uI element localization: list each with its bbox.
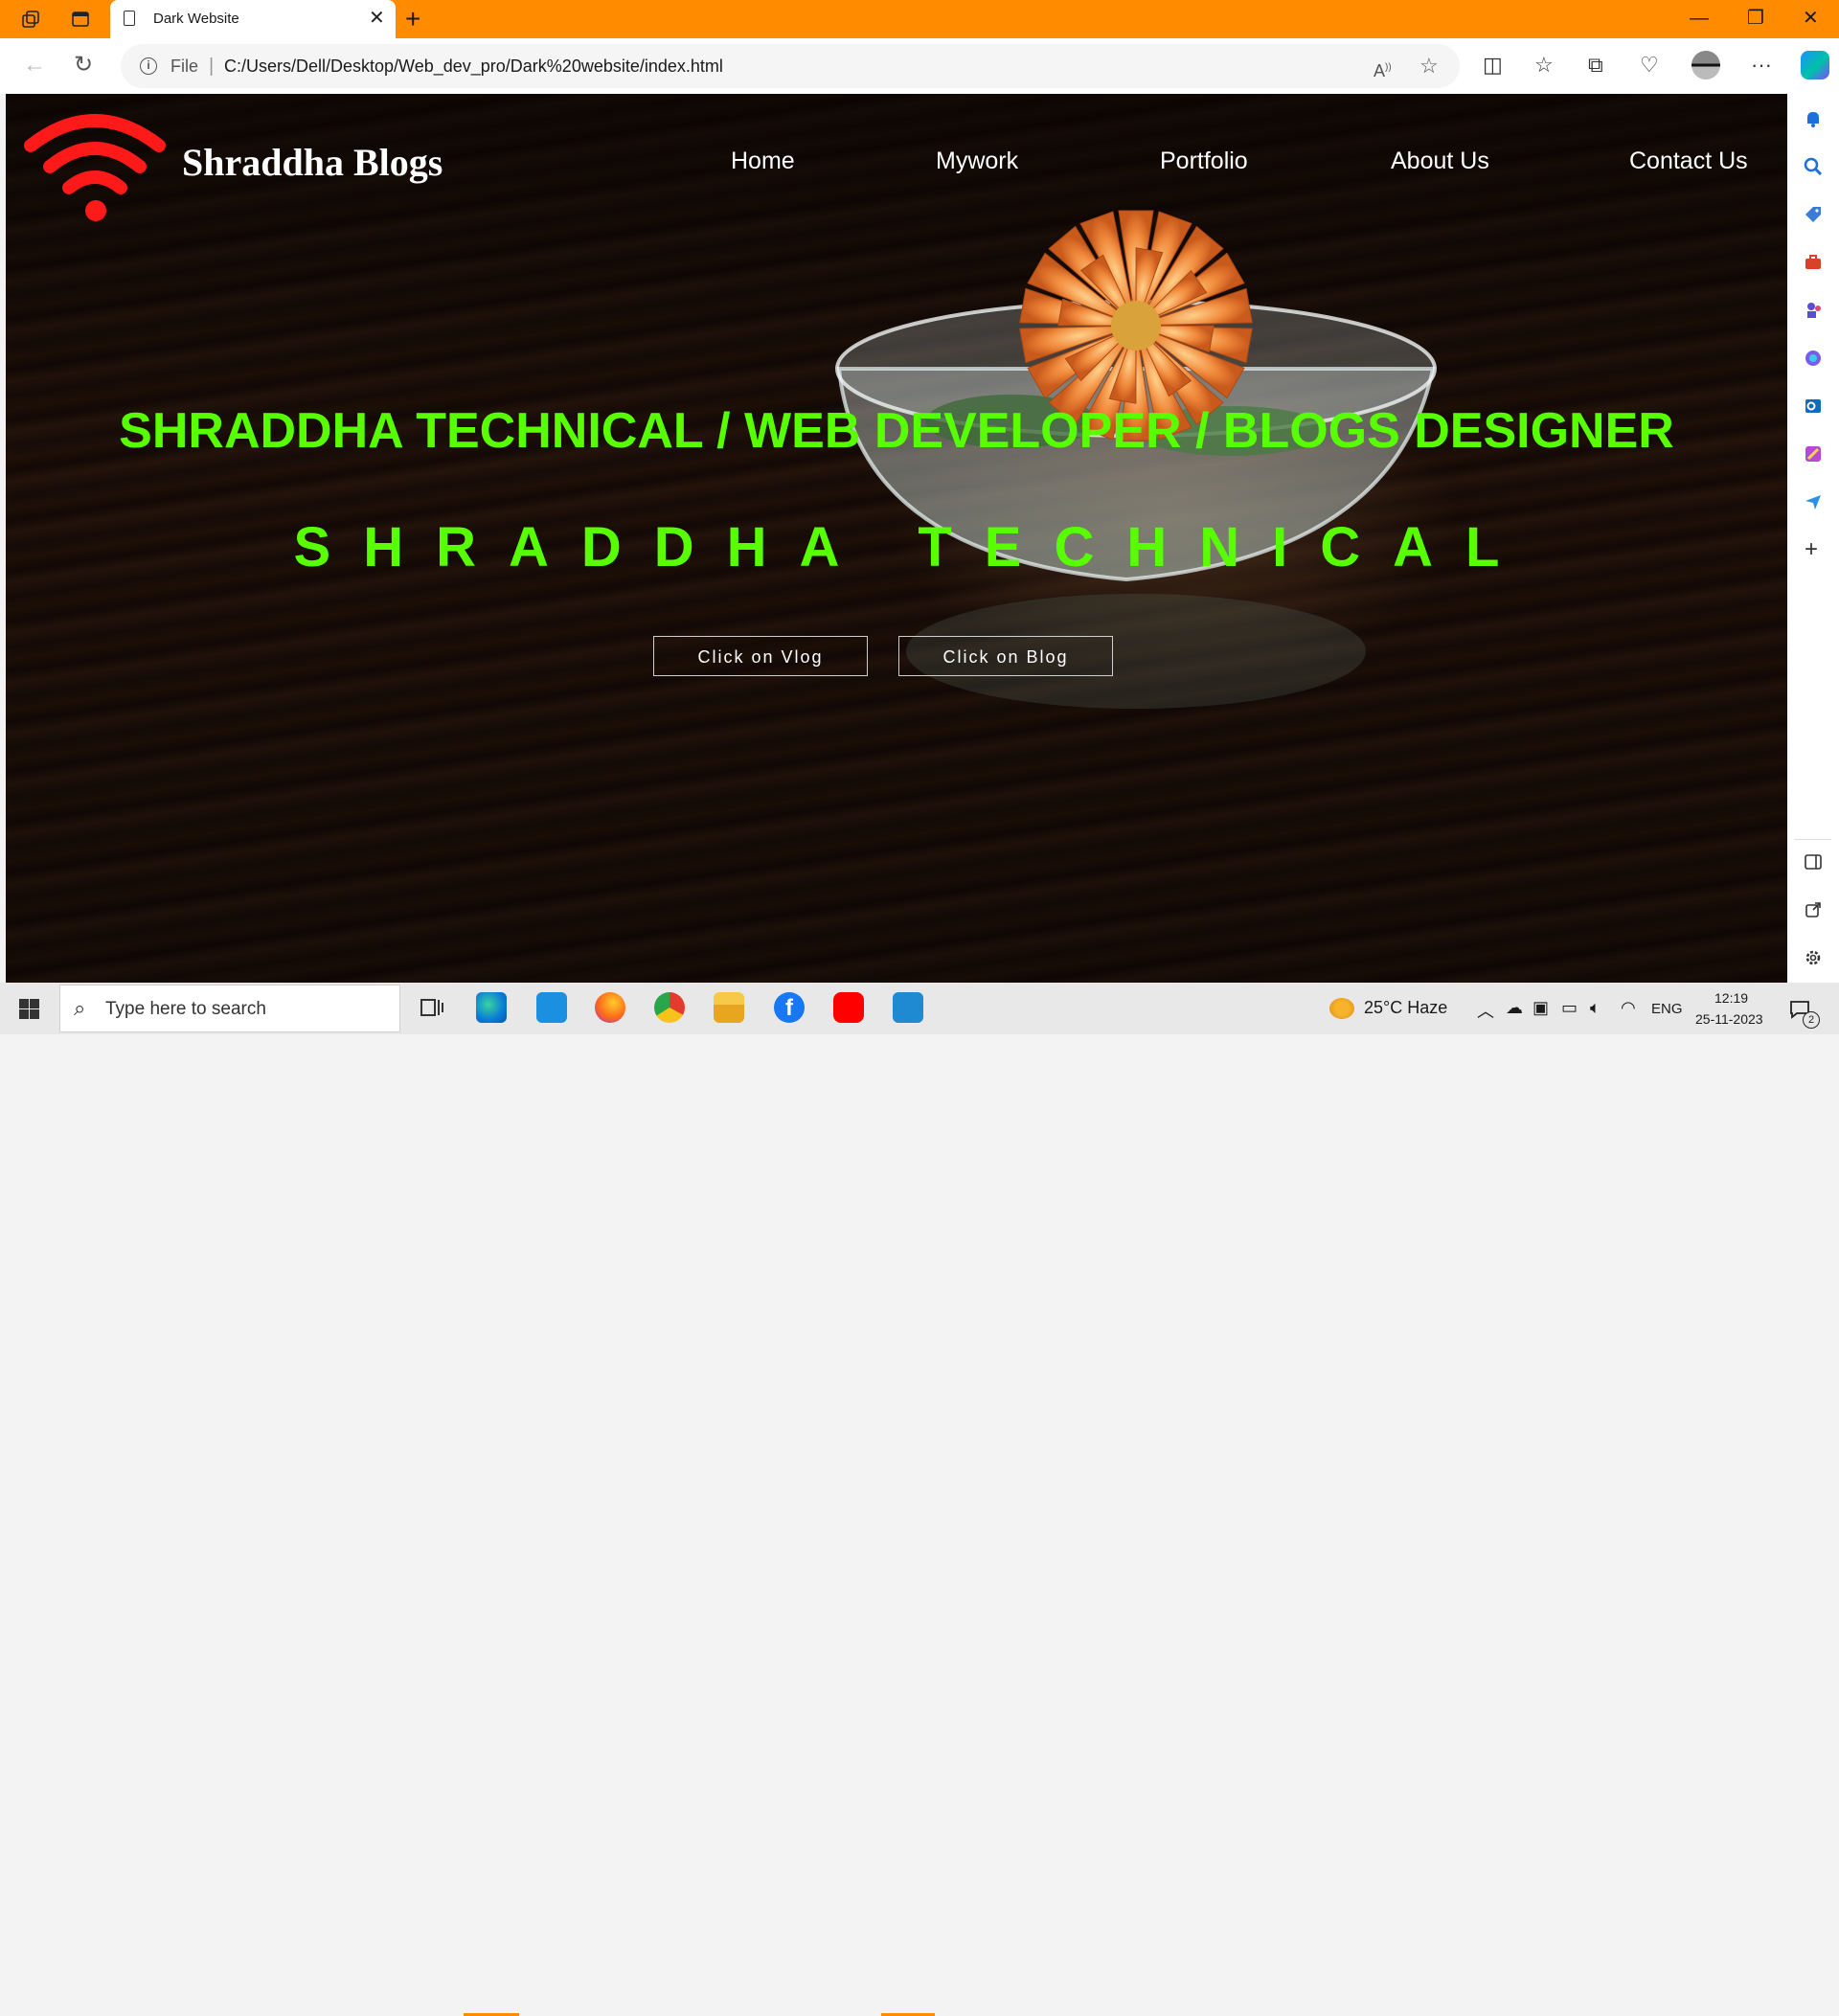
clock-date[interactable]: 25-11-2023 bbox=[1695, 1011, 1763, 1027]
copilot-icon[interactable] bbox=[1801, 51, 1829, 79]
search-icon[interactable] bbox=[1804, 157, 1823, 176]
open-external-icon[interactable] bbox=[1804, 900, 1823, 919]
refresh-icon[interactable]: ↻ bbox=[74, 52, 93, 79]
more-options-icon[interactable]: ··· bbox=[1751, 52, 1772, 79]
designer-icon[interactable] bbox=[1804, 444, 1823, 464]
vscode-icon[interactable] bbox=[893, 992, 923, 1023]
tab-title: Dark Website bbox=[153, 11, 239, 27]
facebook-icon[interactable]: f bbox=[774, 992, 805, 1023]
hide-sidebar-icon[interactable] bbox=[1804, 852, 1823, 872]
close-tab-icon[interactable]: ✕ bbox=[369, 8, 385, 29]
notification-count-badge: 2 bbox=[1803, 1011, 1820, 1029]
shopping-tag-icon[interactable] bbox=[1804, 205, 1823, 224]
send-icon[interactable] bbox=[1804, 492, 1823, 511]
settings-gear-icon[interactable] bbox=[1804, 948, 1823, 967]
wifi-logo-icon[interactable] bbox=[23, 107, 167, 222]
close-window-icon[interactable]: ✕ bbox=[1803, 6, 1819, 31]
chrome-icon[interactable] bbox=[654, 992, 685, 1023]
sidebar-divider bbox=[1795, 839, 1831, 840]
nav-portfolio[interactable]: Portfolio bbox=[1160, 147, 1248, 175]
browser-toolbar: ← ↻ i File | C:/Users/Dell/Desktop/Web_d… bbox=[0, 38, 1839, 94]
display-icon[interactable]: ▣ bbox=[1532, 998, 1549, 1018]
microsoft365-icon[interactable] bbox=[1804, 349, 1823, 368]
search-placeholder: Type here to search bbox=[105, 999, 266, 1019]
tools-briefcase-icon[interactable] bbox=[1804, 253, 1823, 272]
mail-icon[interactable] bbox=[536, 992, 567, 1023]
chevron-up-icon[interactable]: ︿ bbox=[1477, 998, 1494, 1023]
edge-taskbar-icon[interactable] bbox=[476, 992, 507, 1023]
address-bar[interactable]: i File | C:/Users/Dell/Desktop/Web_dev_p… bbox=[121, 44, 1460, 88]
nav-mywork[interactable]: Mywork bbox=[936, 147, 1018, 175]
bell-icon[interactable] bbox=[1804, 109, 1823, 128]
blog-button[interactable]: Click on Blog bbox=[898, 636, 1113, 676]
edge-sidebar: + bbox=[1787, 94, 1839, 983]
new-tab-button[interactable]: + bbox=[405, 3, 420, 35]
network-status-icon[interactable]: ☁ bbox=[1506, 998, 1523, 1018]
youtube-icon[interactable] bbox=[833, 992, 864, 1023]
language-indicator[interactable]: ENG bbox=[1651, 1001, 1683, 1017]
file-label: File bbox=[170, 57, 199, 76]
clock-time[interactable]: 12:19 bbox=[1714, 990, 1748, 1006]
read-aloud-icon[interactable]: A)) bbox=[1374, 56, 1392, 83]
back-icon[interactable]: ← bbox=[23, 52, 46, 79]
games-chess-icon[interactable] bbox=[1804, 301, 1823, 320]
tab-actions-icon[interactable] bbox=[71, 10, 90, 29]
hero-spaced-title: SHRADDHA TECHNICAL bbox=[293, 516, 1532, 578]
url-text[interactable]: C:/Users/Dell/Desktop/Web_dev_pro/Dark%2… bbox=[224, 57, 723, 77]
profile-avatar[interactable] bbox=[1691, 51, 1720, 79]
flower-bowl-image bbox=[835, 210, 1437, 709]
weather-haze-icon[interactable] bbox=[1329, 998, 1354, 1019]
outlook-icon[interactable] bbox=[1804, 396, 1823, 416]
favorite-star-icon[interactable]: ☆ bbox=[1419, 54, 1439, 79]
add-icon[interactable]: + bbox=[1805, 536, 1818, 563]
page-viewport: Shraddha Blogs Home Mywork Portfolio Abo… bbox=[6, 94, 1787, 983]
wifi-icon[interactable]: ◠ bbox=[1621, 998, 1636, 1018]
site-brand[interactable]: Shraddha Blogs bbox=[182, 140, 443, 185]
nav-contact-us[interactable]: Contact Us bbox=[1629, 147, 1748, 175]
battery-icon[interactable]: ▭ bbox=[1561, 998, 1578, 1018]
collections-icon[interactable]: ⧉ bbox=[1588, 52, 1603, 79]
hero-headline: SHRADDHA TECHNICAL / WEB DEVELOPER / BLO… bbox=[119, 403, 1674, 459]
nav-about-us[interactable]: About Us bbox=[1391, 147, 1489, 175]
volume-icon[interactable]: 🔈︎ bbox=[1590, 998, 1601, 1018]
browser-tab[interactable]: Dark Website ✕ bbox=[110, 0, 396, 38]
restore-icon[interactable]: ❐ bbox=[1747, 6, 1764, 31]
minimize-icon[interactable]: — bbox=[1690, 6, 1709, 31]
file-explorer-icon[interactable] bbox=[714, 992, 744, 1023]
separator: | bbox=[209, 56, 215, 77]
weather-text[interactable]: 25°C Haze bbox=[1364, 998, 1447, 1018]
firefox-icon[interactable] bbox=[595, 992, 625, 1023]
taskbar-search[interactable]: ⌕ Type here to search bbox=[59, 985, 400, 1032]
windows-taskbar: ⌕ Type here to search f 25°C Haze ︿ ☁ ▣ … bbox=[0, 983, 1839, 2016]
page-icon bbox=[124, 11, 135, 26]
search-icon: ⌕ bbox=[74, 996, 86, 1020]
info-icon[interactable]: i bbox=[140, 57, 157, 75]
browser-title-bar: Dark Website ✕ + — ❐ ✕ bbox=[0, 0, 1839, 38]
vlog-button[interactable]: Click on Vlog bbox=[653, 636, 868, 676]
split-screen-icon[interactable]: ◫ bbox=[1483, 52, 1503, 79]
task-view-icon[interactable] bbox=[416, 992, 446, 1023]
nav-home[interactable]: Home bbox=[731, 147, 795, 175]
windows-start-icon[interactable] bbox=[19, 999, 39, 1019]
workspaces-icon[interactable] bbox=[21, 10, 40, 29]
favorites-icon[interactable]: ☆ bbox=[1534, 52, 1554, 79]
browser-essentials-icon[interactable]: ♡ bbox=[1640, 52, 1659, 79]
